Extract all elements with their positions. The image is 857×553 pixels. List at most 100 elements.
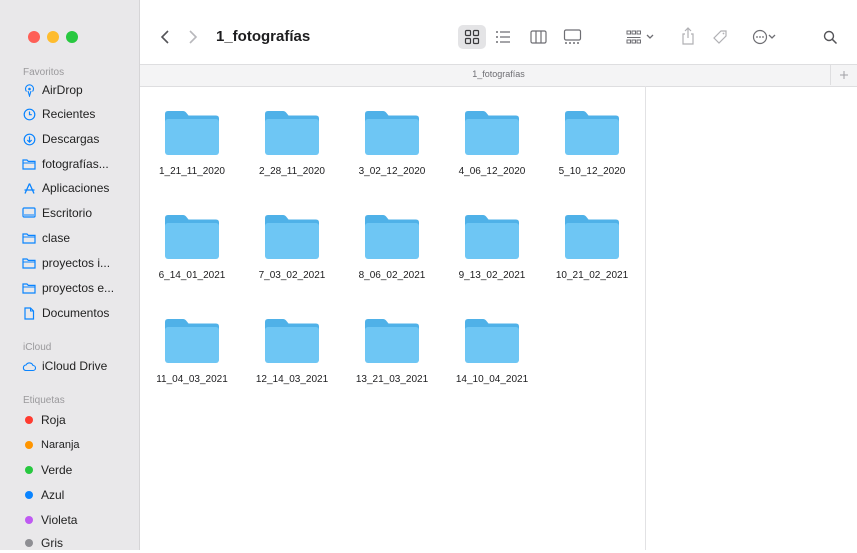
sidebar-item-label: proyectos e... [42, 281, 115, 295]
minimize-window-button[interactable] [47, 31, 59, 43]
folder-item[interactable]: 5_10_12_2020 [544, 110, 640, 177]
folder-item[interactable]: 4_06_12_2020 [444, 110, 540, 177]
folder-item[interactable]: 13_21_03_2021 [344, 318, 440, 385]
tab-current-folder[interactable]: 1_fotografías [140, 69, 857, 79]
tag-item-verde[interactable]: Verde [22, 460, 72, 480]
close-window-button[interactable] [28, 31, 40, 43]
download-icon [22, 132, 36, 146]
folder-name: 4_06_12_2020 [458, 166, 526, 177]
folder-name: 9_13_02_2021 [458, 270, 526, 281]
folder-item[interactable]: 9_13_02_2021 [444, 214, 540, 281]
folder-icon [165, 111, 219, 155]
sidebar-item-label: clase [42, 231, 71, 245]
sidebar-item-fotografias[interactable]: fotografías... [22, 154, 109, 174]
cloud-icon [22, 359, 36, 373]
sidebar-item-airdrop[interactable]: AirDrop [22, 80, 83, 100]
folder-item[interactable]: 6_14_01_2021 [144, 214, 240, 281]
tag-item-azul[interactable]: Azul [22, 485, 64, 505]
grid-icon [464, 29, 480, 45]
folder-item[interactable]: 14_10_04_2021 [444, 318, 540, 385]
folder-icon [565, 215, 619, 259]
tag-label: Naranja [41, 439, 80, 451]
sidebar-item-documentos[interactable]: Documentos [22, 303, 109, 323]
sidebar-item-proyectos-e[interactable]: proyectos e... [22, 278, 114, 298]
desktop-icon [22, 206, 36, 220]
sidebar-item-escritorio[interactable]: Escritorio [22, 203, 92, 223]
group-button[interactable] [624, 27, 656, 47]
tag-dot-icon [25, 539, 33, 547]
folder-name: 3_02_12_2020 [358, 166, 426, 177]
folder-icon [265, 111, 319, 155]
tag-item-naranja[interactable]: Naranja [22, 435, 80, 455]
folder-icon [22, 281, 36, 295]
forward-button[interactable] [184, 27, 202, 47]
folder-item[interactable]: 10_21_02_2021 [544, 214, 640, 281]
sidebar-item-label: Aplicaciones [42, 181, 110, 195]
search-button[interactable] [820, 27, 840, 47]
more-actions-button[interactable] [748, 27, 780, 47]
chevron-down-icon [768, 34, 776, 39]
sidebar-item-label: Documentos [42, 306, 110, 320]
folder-grid: 1_21_11_2020 2_28_11_2020 3_02_12_2020 4… [140, 86, 645, 550]
gallery-view-button[interactable] [560, 27, 584, 47]
folder-name: 13_21_03_2021 [355, 374, 429, 385]
folder-name: 1_21_11_2020 [159, 166, 225, 177]
chevron-right-icon [189, 30, 198, 44]
sidebar-item-label: Escritorio [42, 206, 93, 220]
window-controls [28, 31, 78, 43]
tag-item-gris[interactable]: Gris [22, 533, 63, 553]
sidebar-item-label: proyectos i... [42, 256, 111, 270]
sidebar-item-proyectos-i[interactable]: proyectos i... [22, 253, 110, 273]
folder-item[interactable]: 1_21_11_2020 [144, 110, 240, 177]
folder-icon [465, 215, 519, 259]
icon-view-button[interactable] [461, 27, 483, 47]
folder-item[interactable]: 2_28_11_2020 [244, 110, 340, 177]
tag-item-violeta[interactable]: Violeta [22, 510, 77, 530]
sidebar-item-descargas[interactable]: Descargas [22, 129, 99, 149]
folder-icon [565, 111, 619, 155]
apps-icon [22, 181, 36, 195]
sidebar-item-clase[interactable]: clase [22, 228, 70, 248]
search-icon [823, 30, 837, 44]
folder-item[interactable]: 7_03_02_2021 [244, 214, 340, 281]
back-button[interactable] [156, 27, 174, 47]
list-icon [496, 31, 510, 43]
columns-icon [529, 30, 547, 44]
folder-item[interactable]: 8_06_02_2021 [344, 214, 440, 281]
folder-item[interactable]: 12_14_03_2021 [244, 318, 340, 385]
folder-name: 11_04_03_2021 [156, 374, 228, 385]
sidebar-item-recientes[interactable]: Recientes [22, 104, 95, 124]
new-tab-button[interactable] [830, 64, 857, 85]
share-button[interactable] [678, 25, 698, 47]
tag-item-roja[interactable]: Roja [22, 410, 66, 430]
tags-section-title: Etiquetas [23, 395, 65, 406]
folder-icon [365, 319, 419, 363]
tag-dot-icon [25, 516, 33, 524]
folder-icon [465, 319, 519, 363]
share-icon [682, 27, 694, 45]
folder-icon [22, 256, 36, 270]
tab-bar: 1_fotografías [140, 64, 857, 87]
list-view-button[interactable] [492, 27, 514, 47]
folder-icon [22, 157, 36, 171]
tag-dot-icon [25, 441, 33, 449]
favorites-section-title: Favoritos [23, 67, 65, 78]
chevron-down-icon [646, 34, 654, 39]
zoom-window-button[interactable] [66, 31, 78, 43]
sidebar-item-aplicaciones[interactable]: Aplicaciones [22, 178, 109, 198]
sidebar-item-icloud-drive[interactable]: iCloud Drive [22, 356, 107, 376]
folder-name: 8_06_02_2021 [358, 270, 426, 281]
column-view-button[interactable] [527, 27, 549, 47]
folder-item[interactable]: 3_02_12_2020 [344, 110, 440, 177]
tag-dot-icon [25, 416, 33, 424]
column-divider [645, 86, 646, 550]
sidebar-item-label: Descargas [42, 132, 100, 146]
folder-name: 10_21_02_2021 [555, 270, 629, 281]
tag-label: Azul [41, 488, 65, 502]
folder-name: 5_10_12_2020 [558, 166, 626, 177]
tag-icon [713, 30, 727, 44]
folder-icon [22, 231, 36, 245]
folder-name: 2_28_11_2020 [259, 166, 325, 177]
tags-button[interactable] [710, 27, 730, 47]
folder-item[interactable]: 11_04_03_2021 [144, 318, 240, 385]
